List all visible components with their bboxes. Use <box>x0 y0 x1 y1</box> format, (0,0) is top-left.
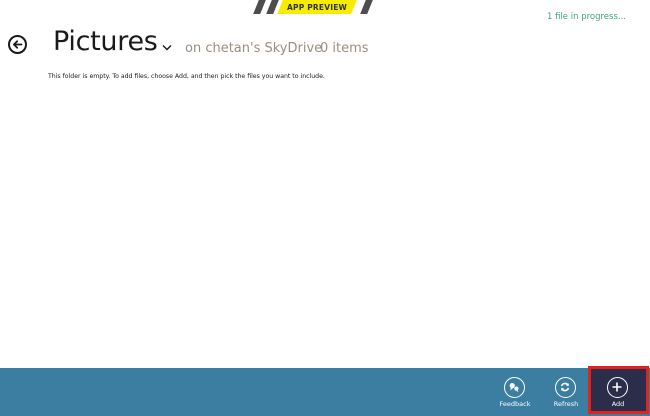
feedback-button[interactable]: Feedback <box>495 371 535 413</box>
feedback-icon <box>504 377 525 398</box>
skydrive-folder-page: APP PREVIEW 1 file in progress... Pictur… <box>0 0 650 416</box>
app-preview-banner: APP PREVIEW <box>250 0 378 14</box>
add-label: Add <box>611 400 625 408</box>
refresh-button[interactable]: Refresh <box>546 371 586 413</box>
refresh-icon <box>555 377 576 398</box>
add-icon <box>607 377 628 398</box>
page-title[interactable]: Pictures <box>53 26 158 57</box>
chevron-down-icon[interactable] <box>162 44 172 51</box>
app-bar: Feedback Refresh <box>0 368 650 416</box>
banner-stripe <box>253 0 266 14</box>
banner-label: APP PREVIEW <box>287 3 347 12</box>
feedback-label: Feedback <box>499 400 531 408</box>
upload-progress-status[interactable]: 1 file in progress... <box>547 12 626 22</box>
back-button[interactable] <box>8 35 27 54</box>
banner-stripe <box>360 0 373 14</box>
empty-folder-message: This folder is empty. To add files, choo… <box>48 73 325 80</box>
item-count: 0 items <box>320 41 369 56</box>
refresh-label: Refresh <box>553 400 579 408</box>
add-button[interactable]: Add <box>598 371 638 413</box>
folder-location: on chetan's SkyDrive <box>185 41 323 56</box>
back-arrow-icon <box>13 40 23 49</box>
